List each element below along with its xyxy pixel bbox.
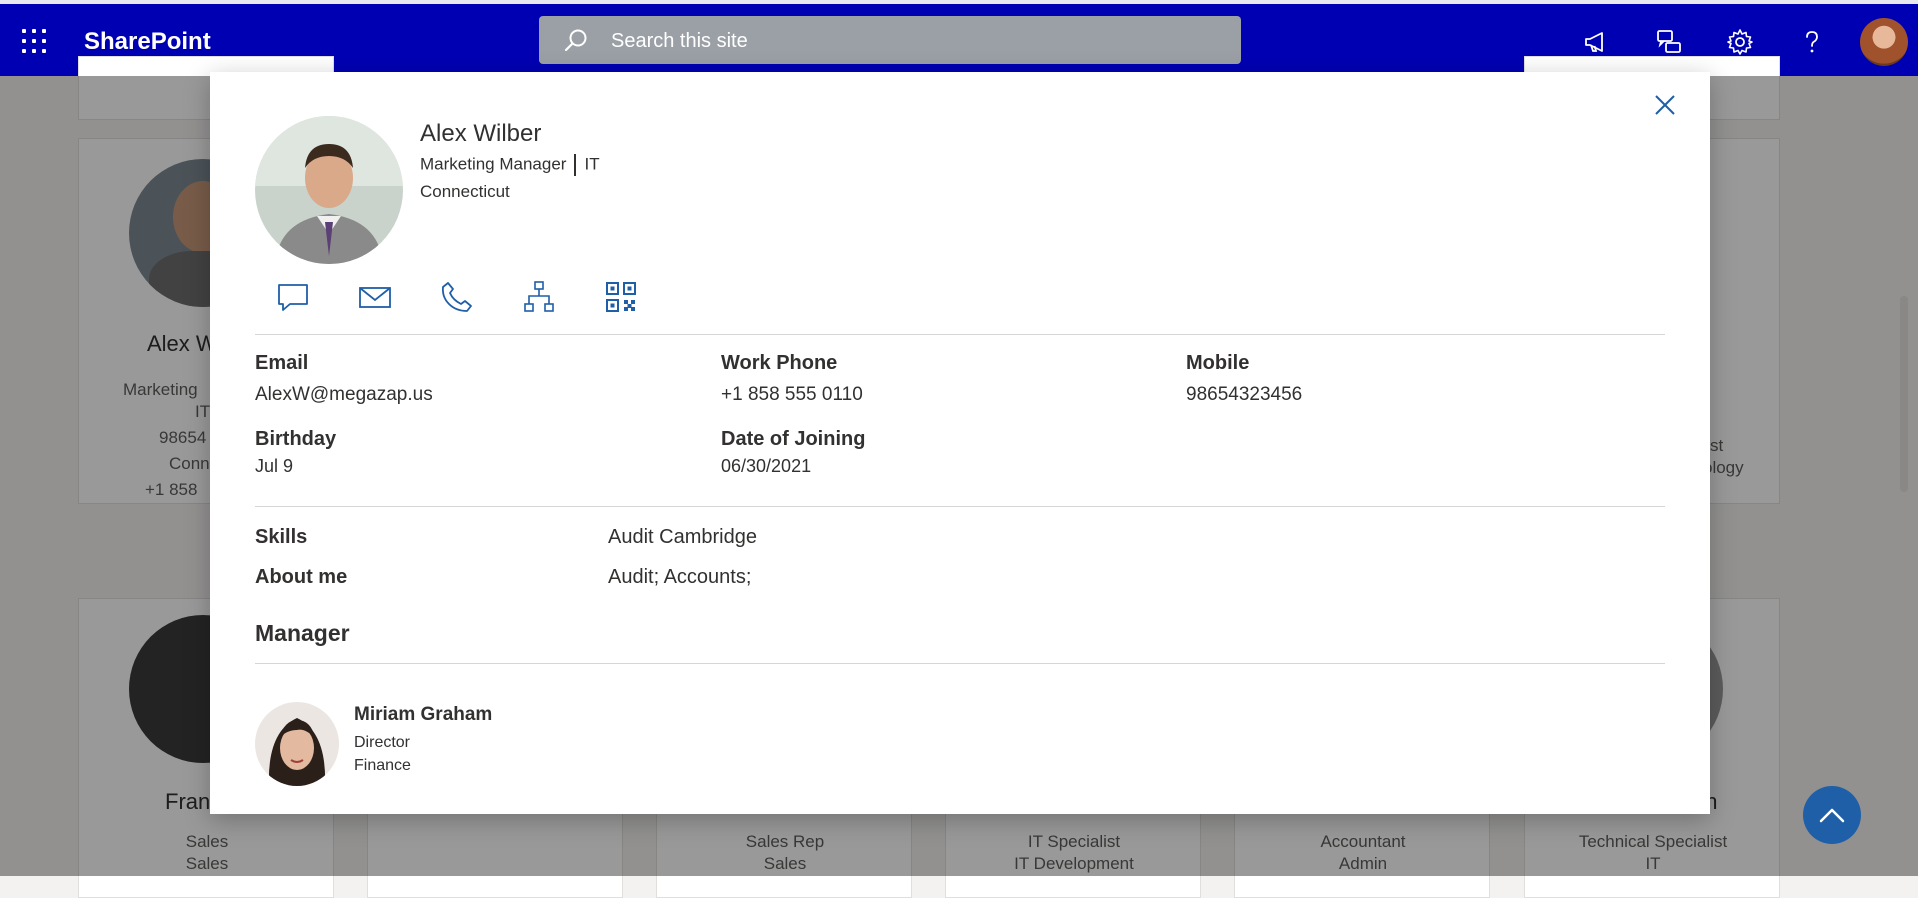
skills-value: Audit Cambridge: [608, 526, 757, 548]
page-scrollbar[interactable]: [1900, 296, 1908, 492]
chat-icon[interactable]: [276, 280, 310, 314]
separator: [574, 154, 577, 176]
mobile-label: Mobile: [1186, 352, 1250, 374]
date-of-joining-value: 06/30/2021: [721, 456, 812, 476]
profile-job-line: Marketing Manager IT: [420, 154, 600, 176]
search-input[interactable]: [609, 16, 1213, 66]
conversation-icon[interactable]: [1655, 28, 1683, 56]
chevron-up-icon: [1819, 808, 1845, 823]
date-of-joining-label: Date of Joining: [721, 428, 866, 450]
profile-location: Connecticut: [420, 182, 510, 201]
close-icon[interactable]: [1650, 90, 1680, 120]
work-phone-label: Work Phone: [721, 352, 838, 374]
profile-photo: [255, 116, 403, 264]
profile-name: Alex Wilber: [420, 120, 542, 147]
app-name[interactable]: SharePoint: [84, 28, 211, 56]
manager-name[interactable]: Miriam Graham: [354, 704, 492, 726]
work-phone-value[interactable]: +1 858 555 0110: [721, 384, 863, 406]
skills-label: Skills: [255, 526, 308, 548]
gear-icon[interactable]: [1726, 28, 1754, 56]
mobile-value[interactable]: 98654323456: [1186, 384, 1302, 406]
megaphone-icon[interactable]: [1582, 28, 1610, 56]
app-launcher-icon[interactable]: [22, 29, 48, 55]
qr-code-icon[interactable]: [604, 280, 638, 314]
divider: [255, 663, 1665, 664]
profile-dialog: Alex Wilber Marketing Manager IT Connecti…: [210, 72, 1710, 814]
search-box[interactable]: [539, 16, 1241, 66]
help-icon[interactable]: [1798, 28, 1826, 56]
birthday-value: Jul 9: [255, 456, 294, 476]
scroll-to-top-button[interactable]: [1803, 786, 1861, 844]
manager-heading: Manager: [255, 620, 350, 646]
divider: [255, 506, 1665, 507]
manager-photo[interactable]: [255, 702, 339, 786]
phone-icon[interactable]: [440, 280, 474, 314]
email-label: Email: [255, 352, 309, 374]
about-me-label: About me: [255, 566, 348, 588]
user-avatar[interactable]: [1860, 18, 1908, 66]
manager-title: Director: [354, 734, 411, 751]
search-icon: [564, 29, 587, 52]
mail-icon[interactable]: [358, 280, 392, 314]
divider: [255, 334, 1665, 335]
birthday-label: Birthday: [255, 428, 337, 450]
org-chart-icon[interactable]: [522, 280, 556, 314]
profile-title: Marketing Manager: [420, 154, 567, 174]
profile-department: IT: [584, 154, 600, 174]
email-value[interactable]: AlexW@megazap.us: [255, 384, 433, 406]
manager-department: Finance: [354, 757, 411, 774]
about-me-value: Audit; Accounts;: [608, 566, 752, 588]
